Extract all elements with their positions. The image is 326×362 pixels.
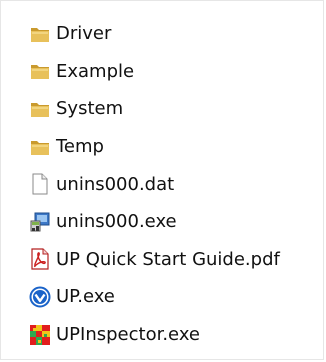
file-name: unins000.dat <box>56 173 175 195</box>
file-list-panel: Driver Example System Temp unins000.dat … <box>0 0 324 360</box>
file-name: System <box>56 98 124 120</box>
file-name: UPInspector.exe <box>56 324 200 346</box>
list-item-up-exe[interactable]: UP.exe <box>28 278 318 316</box>
installer-icon <box>28 210 52 234</box>
list-item-example[interactable]: Example <box>28 53 318 91</box>
list-item-unins000-exe[interactable]: unins000.exe <box>28 203 318 241</box>
file-name: Example <box>56 60 135 82</box>
file-name: UP Quick Start Guide.pdf <box>56 248 280 270</box>
document-icon <box>28 172 52 196</box>
list-item-driver[interactable]: Driver <box>28 15 318 53</box>
list-item-system[interactable]: System <box>28 90 318 128</box>
file-list: Driver Example System Temp unins000.dat … <box>28 15 318 353</box>
list-item-unins000-dat[interactable]: unins000.dat <box>28 165 318 203</box>
file-name: Driver <box>56 23 112 45</box>
list-item-up-quick-start-guide-pdf[interactable]: UP Quick Start Guide.pdf <box>28 241 318 279</box>
file-name: Temp <box>56 136 104 158</box>
folder-icon <box>28 135 52 159</box>
pdf-icon <box>28 247 52 271</box>
file-name: UP.exe <box>56 286 115 308</box>
folder-icon <box>28 59 52 83</box>
up-app-icon <box>28 285 52 309</box>
list-item-upinspector-exe[interactable]: UPInspector.exe <box>28 316 318 354</box>
list-item-temp[interactable]: Temp <box>28 128 318 166</box>
inspector-app-icon <box>28 323 52 347</box>
folder-icon <box>28 22 52 46</box>
file-name: unins000.exe <box>56 211 177 233</box>
folder-icon <box>28 97 52 121</box>
